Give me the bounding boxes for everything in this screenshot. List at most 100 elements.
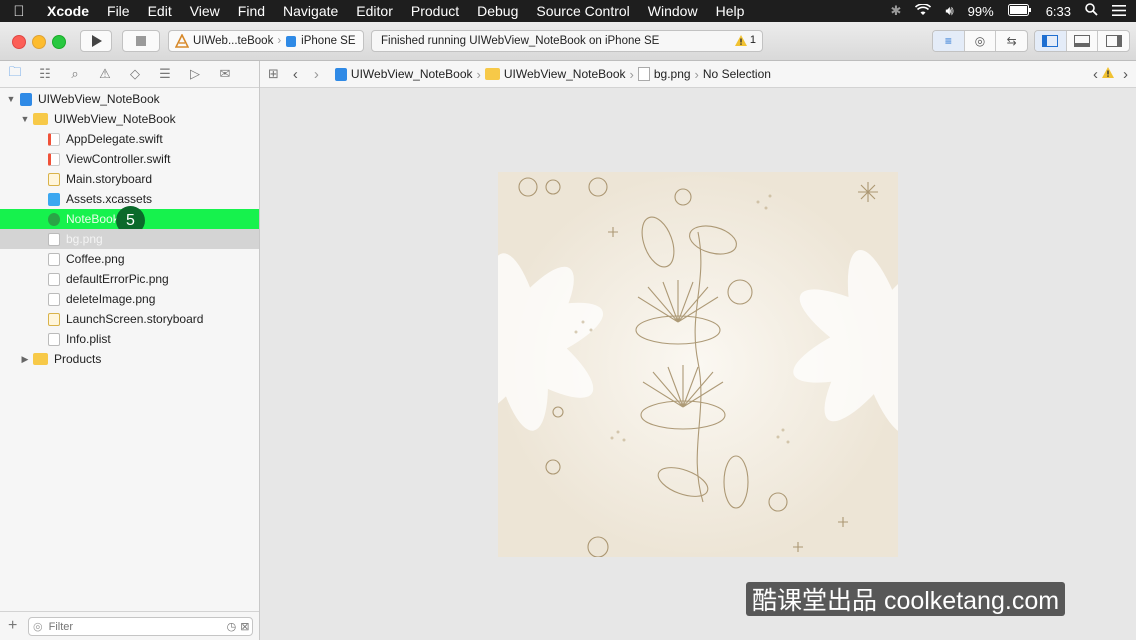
breadcrumb-project[interactable]: UIWebView_NoteBook <box>334 67 473 81</box>
breakpoint-navigator-icon[interactable]: ▷ <box>180 66 210 82</box>
disclosure-open-icon[interactable]: ▼ <box>20 114 30 124</box>
activity-viewer: Finished running UIWebView_NoteBook on i… <box>371 30 763 52</box>
scheme-selector[interactable]: UIWeb...teBook › iPhone SE <box>168 30 364 52</box>
find-navigator-icon[interactable]: ⌕ <box>60 66 90 82</box>
tree-row-label: NoteBook <box>66 212 119 226</box>
play-icon <box>91 35 102 47</box>
tree-row-label: UIWebView_NoteBook <box>54 112 176 126</box>
asset-catalog-icon <box>48 192 60 206</box>
tree-row-file[interactable]: Coffee.png <box>0 249 259 269</box>
view-toggle-control <box>1034 30 1130 52</box>
warning-indicator[interactable]: 1 <box>734 34 756 46</box>
run-button[interactable] <box>80 30 112 52</box>
tree-row-file[interactable]: bg.png <box>0 229 259 249</box>
utilities-toggle-icon[interactable] <box>1098 31 1129 51</box>
forward-arrow-icon[interactable]: › <box>314 66 319 83</box>
window-toolbar: UIWeb...teBook › iPhone SE Finished runn… <box>0 22 1136 61</box>
back-arrow-icon[interactable]: ‹ <box>293 66 298 83</box>
menu-window[interactable]: Window <box>639 3 707 19</box>
menu-source-control[interactable]: Source Control <box>527 3 638 19</box>
menu-help[interactable]: Help <box>707 3 754 19</box>
chevron-right-icon: › <box>277 35 282 47</box>
menu-view[interactable]: View <box>181 3 229 19</box>
menu-debug[interactable]: Debug <box>468 3 527 19</box>
tree-row-label: ViewController.swift <box>66 152 171 166</box>
folder-icon <box>33 353 48 365</box>
project-navigator: 🗀︎ ☷ ⌕ ⚠︎ ◇ ☰ ▷ ✉︎ ▼ UIWebView_NoteBook … <box>0 61 260 640</box>
navigator-toggle-icon[interactable] <box>1035 31 1067 51</box>
tree-row-group[interactable]: ▼ UIWebView_NoteBook <box>0 109 259 129</box>
close-window-button[interactable] <box>12 35 26 49</box>
menu-file[interactable]: File <box>98 3 139 19</box>
tree-row-label: Info.plist <box>66 332 111 346</box>
swift-file-icon <box>48 132 60 146</box>
minimize-window-button[interactable] <box>32 35 46 49</box>
version-editor-icon[interactable]: ⇆ <box>996 31 1027 51</box>
stop-button[interactable] <box>122 30 160 52</box>
spotlight-search-icon[interactable] <box>1085 3 1098 19</box>
menu-editor[interactable]: Editor <box>347 3 402 19</box>
tree-row-file[interactable]: Main.storyboard <box>0 169 259 189</box>
report-navigator-icon[interactable]: ✉︎ <box>210 66 240 82</box>
tree-row-label: Assets.xcassets <box>66 192 153 206</box>
filter-input[interactable] <box>46 619 221 634</box>
menu-navigate[interactable]: Navigate <box>274 3 347 19</box>
tree-row-file[interactable]: LaunchScreen.storyboard <box>0 309 259 329</box>
image-file-icon <box>637 67 650 81</box>
volume-icon[interactable]: 🔊︎ <box>945 3 953 19</box>
wifi-icon[interactable] <box>915 2 932 19</box>
project-file-icon <box>20 92 32 106</box>
filter-scope-icon[interactable]: ⊠ <box>240 620 249 633</box>
menu-find[interactable]: Find <box>229 3 274 19</box>
warning-icon[interactable] <box>1102 67 1114 81</box>
tree-row-project[interactable]: ▼ UIWebView_NoteBook <box>0 89 259 109</box>
menu-product[interactable]: Product <box>402 3 468 19</box>
tree-row-file[interactable]: ViewController.swift <box>0 149 259 169</box>
tree-row-group[interactable]: ▶ Products <box>0 349 259 369</box>
debug-area-toggle-icon[interactable] <box>1067 31 1099 51</box>
watermark-banner: 酷课堂出品 coolketang.com <box>746 582 1066 616</box>
standard-editor-icon[interactable]: ≡ <box>933 31 965 51</box>
previous-issue-icon[interactable]: ‹ <box>1093 66 1098 83</box>
app-target-icon <box>175 34 189 48</box>
image-file-icon <box>48 232 60 246</box>
test-navigator-icon[interactable]: ◇ <box>120 66 150 82</box>
tree-row-file[interactable]: deleteImage.png <box>0 289 259 309</box>
tree-row-file[interactable]: Info.plist <box>0 329 259 349</box>
symbol-navigator-icon[interactable]: ☷ <box>30 66 60 82</box>
debug-navigator-icon[interactable]: ☰ <box>150 66 180 82</box>
next-issue-icon[interactable]: › <box>1123 66 1128 83</box>
disclosure-open-icon[interactable]: ▼ <box>6 94 16 104</box>
navigator-filter-field[interactable]: ◎ ◷ ⊠ <box>28 617 253 636</box>
add-file-icon[interactable]: + <box>8 617 17 635</box>
tree-row-label: deleteImage.png <box>66 292 156 306</box>
breadcrumb-label: No Selection <box>702 67 771 81</box>
battery-percent: 99% <box>967 3 994 19</box>
zoom-window-button[interactable] <box>52 35 66 49</box>
menu-app-name[interactable]: Xcode <box>38 3 98 19</box>
notification-center-icon[interactable] <box>1112 4 1126 19</box>
assistant-editor-icon[interactable]: ◎ <box>965 31 997 51</box>
breadcrumb-label: UIWebView_NoteBook <box>503 67 626 81</box>
apple-menu-icon[interactable]:  <box>0 3 38 20</box>
issue-navigator-icon[interactable]: ⚠︎ <box>90 66 120 82</box>
tree-row-file-selected[interactable]: NoteBook 5 <box>0 206 259 235</box>
breadcrumb-group[interactable]: UIWebView_NoteBook <box>484 67 626 81</box>
project-navigator-icon[interactable]: 🗀︎ <box>0 63 30 85</box>
breadcrumb-selection[interactable]: No Selection <box>703 67 771 81</box>
bluetooth-icon[interactable]: ✱ <box>891 3 902 19</box>
recent-files-icon[interactable]: ◷ <box>227 620 237 633</box>
battery-icon[interactable] <box>1007 3 1032 19</box>
breadcrumb-file[interactable]: bg.png <box>637 67 691 81</box>
tree-row-file[interactable]: defaultErrorPic.png <box>0 269 259 289</box>
menu-edit[interactable]: Edit <box>139 3 181 19</box>
warning-count: 1 <box>749 34 756 46</box>
related-items-icon[interactable]: ⊞ <box>268 66 279 82</box>
breadcrumb-separator-icon: › <box>694 66 699 82</box>
tree-row-file[interactable]: AppDelegate.swift <box>0 129 259 149</box>
scheme-device-label: iPhone SE <box>301 35 356 47</box>
image-editor-area <box>260 88 1136 640</box>
disclosure-closed-icon[interactable]: ▶ <box>20 354 30 365</box>
tree-row-label: Main.storyboard <box>66 172 153 186</box>
project-file-icon <box>334 67 347 81</box>
